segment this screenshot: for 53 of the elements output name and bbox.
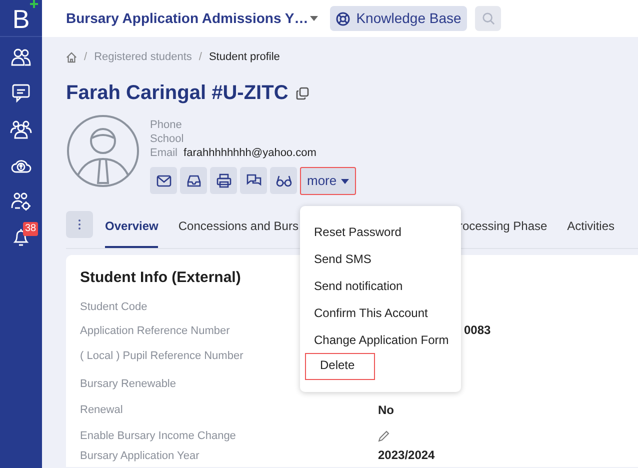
card-title: Student Info (External)	[80, 269, 241, 287]
pencil-icon[interactable]	[378, 430, 390, 442]
tab[interactable]: Overview	[105, 217, 158, 248]
group-icon[interactable]	[10, 118, 32, 140]
printer-icon	[216, 172, 232, 188]
breadcrumb-separator: /	[198, 50, 202, 65]
field-value: 2023/2024	[378, 449, 435, 461]
tab[interactable]: Activities	[567, 217, 615, 248]
menu-item[interactable]: Confirm This Account	[300, 299, 461, 326]
breadcrumb-separator: /	[84, 50, 88, 65]
menu-item[interactable]: Change Application Form	[300, 326, 461, 353]
people-gear-icon[interactable]	[10, 190, 32, 212]
chat-bubbles-icon	[246, 172, 262, 188]
field-value: 0083	[464, 324, 491, 336]
inbox-icon	[186, 172, 202, 188]
student-name: Farah Caringal #U-ZITC	[66, 81, 288, 106]
chat-icon[interactable]	[10, 82, 32, 104]
field-label: Renewal	[80, 404, 123, 416]
kebab-icon	[78, 219, 81, 230]
menu-item[interactable]: Reset Password	[300, 218, 461, 245]
caret-icon	[340, 178, 349, 184]
avatar-icon	[66, 114, 140, 188]
field-label: Bursary Renewable	[80, 378, 176, 390]
app-title[interactable]: Bursary Application Admissions Y…	[66, 8, 318, 29]
menu-item[interactable]: Send SMS	[300, 245, 461, 272]
field-label: Enable Bursary Income Change	[80, 430, 236, 442]
search-icon	[482, 12, 495, 25]
more-button[interactable]: more	[300, 167, 356, 195]
menu-item[interactable]: Delete	[305, 353, 375, 380]
field-label: Student Code	[80, 300, 148, 312]
school-label: School	[150, 132, 185, 146]
action-button[interactable]	[210, 167, 237, 194]
notification-badge: 38	[23, 222, 38, 236]
menu-item[interactable]: Send notification	[300, 272, 461, 299]
field-label: Bursary Application Year	[80, 450, 200, 462]
caret-icon	[310, 16, 318, 21]
email-label: Email	[150, 146, 178, 160]
field-value: No	[378, 404, 394, 416]
people-icon[interactable]	[10, 46, 32, 68]
email-value: farahhhhhhhh@yahoo.com	[184, 146, 316, 160]
action-button[interactable]	[270, 167, 297, 194]
action-button[interactable]	[240, 167, 267, 194]
field-label: ( Local ) Pupil Reference Number	[80, 350, 244, 362]
mail-icon	[156, 172, 172, 188]
copy-icon[interactable]	[296, 86, 310, 100]
tab[interactable]: Concessions and Burs	[178, 217, 298, 248]
action-button[interactable]	[180, 167, 207, 194]
lifebuoy-icon	[336, 12, 350, 26]
home-icon[interactable]	[66, 52, 77, 62]
knowledge-base-button[interactable]: Knowledge Base	[330, 6, 468, 31]
field-label: Application Reference Number	[80, 324, 230, 336]
action-button[interactable]	[150, 167, 177, 194]
phone-label: Phone	[150, 118, 183, 132]
